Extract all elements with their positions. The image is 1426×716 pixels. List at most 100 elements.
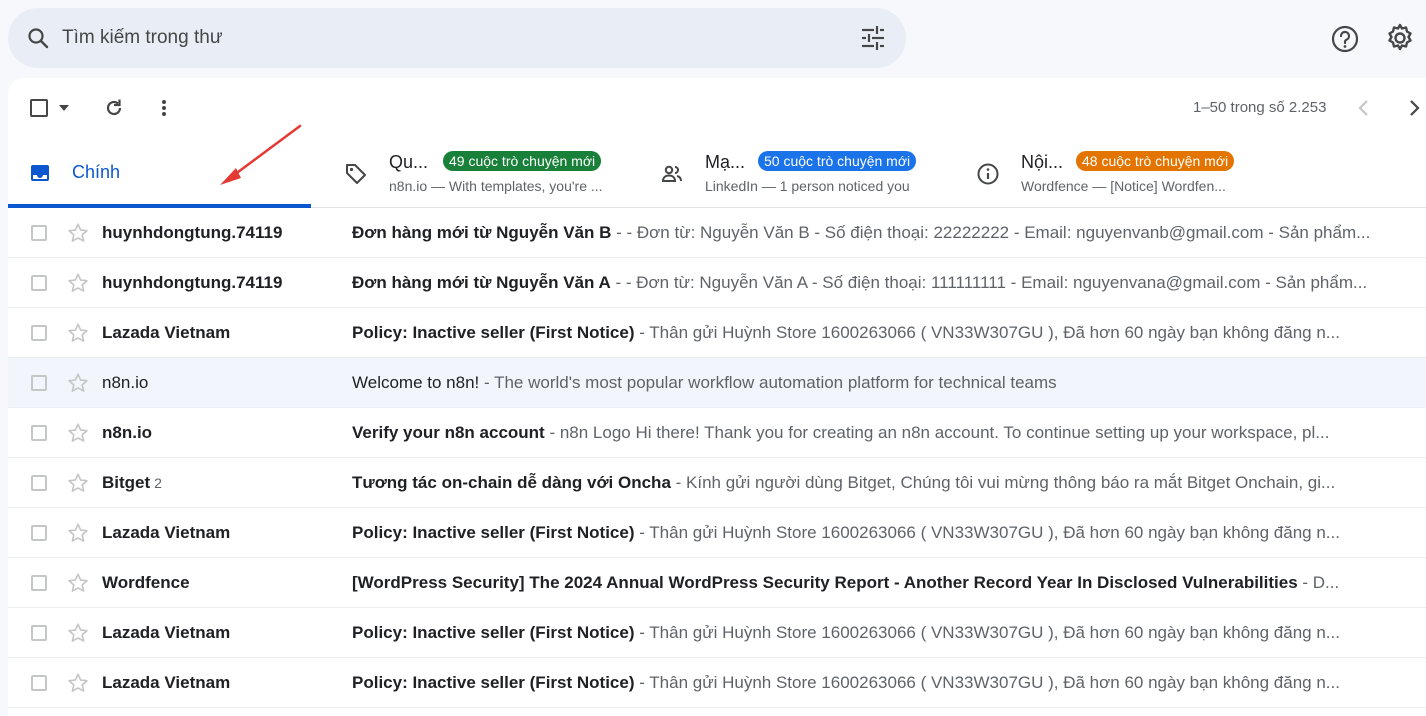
row-checkbox[interactable] <box>31 675 47 691</box>
tab-social[interactable]: Mạ... 50 cuộc trò chuyện mới LinkedIn — … <box>654 136 964 208</box>
help-icon[interactable] <box>1330 24 1360 54</box>
email-content: Đơn hàng mới từ Nguyễn Văn A - - Đơn từ:… <box>352 273 1380 293</box>
email-content: Verify your n8n account - n8n Logo Hi th… <box>352 423 1380 443</box>
tab-promotions-badge: 49 cuộc trò chuyện mới <box>443 151 602 171</box>
row-checkbox[interactable] <box>31 275 47 291</box>
tab-social-badge: 50 cuộc trò chuyện mới <box>758 151 917 171</box>
email-subject: Đơn hàng mới từ Nguyễn Văn B <box>352 223 612 242</box>
email-row[interactable]: Lazada Vietnam Policy: Inactive seller (… <box>8 308 1426 358</box>
row-checkbox[interactable] <box>31 475 47 491</box>
email-sender: Lazada Vietnam <box>102 323 231 342</box>
thread-count: 2 <box>154 475 162 491</box>
top-bar <box>0 0 1426 76</box>
tab-promotions[interactable]: Qu... 49 cuộc trò chuyện mới n8n.io — Wi… <box>338 136 648 208</box>
email-row[interactable]: huynhdongtung.74119 Đơn hàng mới từ Nguy… <box>8 208 1426 258</box>
email-row[interactable]: huynhdongtung.74119 Đơn hàng mới từ Nguy… <box>8 258 1426 308</box>
email-subject: [WordPress Security] The 2024 Annual Wor… <box>352 573 1298 592</box>
star-icon[interactable] <box>67 522 89 544</box>
email-row[interactable]: Bitget 2 Tương tác on-chain dễ dàng với O… <box>8 458 1426 508</box>
email-subject: Verify your n8n account <box>352 423 545 442</box>
star-icon[interactable] <box>67 322 89 344</box>
select-all-checkbox[interactable] <box>30 99 48 117</box>
select-dropdown-icon[interactable] <box>58 103 70 113</box>
search-input[interactable] <box>62 27 822 49</box>
search-options-icon[interactable] <box>860 25 886 51</box>
email-snippet: - n8n Logo Hi there! Thank you for creat… <box>544 423 1330 442</box>
star-icon[interactable] <box>67 222 89 244</box>
chevron-left-icon[interactable] <box>1356 98 1372 118</box>
row-checkbox[interactable] <box>31 375 47 391</box>
row-checkbox[interactable] <box>31 325 47 341</box>
search-icon[interactable] <box>26 26 50 50</box>
email-subject: Đơn hàng mới từ Nguyễn Văn A <box>352 273 611 292</box>
page-count: 1–50 trong số 2.253 <box>1193 99 1327 116</box>
tab-updates-snippet: Wordfence — [Notice] Wordfen... <box>1021 178 1226 194</box>
star-icon[interactable] <box>67 672 89 694</box>
tab-social-title: Mạ... <box>705 152 746 172</box>
star-icon[interactable] <box>67 372 89 394</box>
email-content: [WordPress Security] The 2024 Annual Wor… <box>352 573 1380 593</box>
tab-primary-label: Chính <box>72 162 121 182</box>
email-sender: huynhdongtung.74119 <box>102 223 283 242</box>
email-sender: n8n.io <box>102 373 149 392</box>
tab-updates[interactable]: Nội... 48 cuộc trò chuyện mới Wordfence … <box>970 136 1300 208</box>
star-icon[interactable] <box>67 572 89 594</box>
row-checkbox[interactable] <box>31 625 47 641</box>
star-icon[interactable] <box>67 472 89 494</box>
star-icon[interactable] <box>67 622 89 644</box>
email-subject: Policy: Inactive seller (First Notice) <box>352 523 635 542</box>
chevron-right-icon[interactable] <box>1406 98 1422 118</box>
email-list: huynhdongtung.74119 Đơn hàng mới từ Nguy… <box>8 208 1426 708</box>
more-options-icon[interactable] <box>158 98 170 118</box>
email-snippet: - Thân gửi Huỳnh Store 1600263066 ( VN33… <box>634 323 1340 342</box>
email-sender: Bitget 2 <box>102 473 162 492</box>
email-subject: Policy: Inactive seller (First Notice) <box>352 323 635 342</box>
email-subject: Policy: Inactive seller (First Notice) <box>352 623 635 642</box>
row-checkbox[interactable] <box>31 525 47 541</box>
email-content: Policy: Inactive seller (First Notice) -… <box>352 523 1380 543</box>
row-checkbox[interactable] <box>31 225 47 241</box>
row-checkbox[interactable] <box>31 575 47 591</box>
star-icon[interactable] <box>67 422 89 444</box>
tag-icon <box>346 164 366 184</box>
email-content: Policy: Inactive seller (First Notice) -… <box>352 623 1380 643</box>
category-tabs: Chính Qu... 49 cuộc trò chuyện mới n8n.i… <box>8 136 1426 208</box>
search-bar[interactable] <box>8 8 906 68</box>
email-sender: Lazada Vietnam <box>102 673 231 692</box>
email-row[interactable]: n8n.io Welcome to n8n! - The world's mos… <box>8 358 1426 408</box>
email-snippet: - Thân gửi Huỳnh Store 1600263066 ( VN33… <box>634 623 1340 642</box>
email-subject: Tương tác on-chain dễ dàng với Oncha <box>352 473 671 492</box>
email-snippet: - Kính gửi người dùng Bitget, Chúng tôi … <box>670 473 1336 492</box>
email-content: Policy: Inactive seller (First Notice) -… <box>352 673 1380 693</box>
email-sender: Lazada Vietnam <box>102 523 231 542</box>
email-snippet: - - Đơn từ: Nguyễn Văn B - Số điện thoại… <box>611 223 1371 242</box>
email-row[interactable]: Lazada Vietnam Policy: Inactive seller (… <box>8 608 1426 658</box>
tab-primary[interactable]: Chính <box>8 136 311 208</box>
refresh-icon[interactable] <box>104 98 124 118</box>
tab-updates-title: Nội... <box>1021 152 1064 172</box>
email-row[interactable]: Wordfence [WordPress Security] The 2024 … <box>8 558 1426 608</box>
email-row[interactable]: Lazada Vietnam Policy: Inactive seller (… <box>8 658 1426 708</box>
email-snippet: - Thân gửi Huỳnh Store 1600263066 ( VN33… <box>634 673 1340 692</box>
email-subject: Welcome to n8n! <box>352 373 480 392</box>
email-row[interactable]: Lazada Vietnam Policy: Inactive seller (… <box>8 508 1426 558</box>
email-sender: n8n.io <box>102 423 153 442</box>
email-snippet: - - Đơn từ: Nguyễn Văn A - Số điện thoại… <box>610 273 1368 292</box>
email-content: Policy: Inactive seller (First Notice) -… <box>352 323 1380 343</box>
tab-promotions-title: Qu... <box>389 152 429 172</box>
inbox-icon <box>31 165 49 181</box>
email-sender: Lazada Vietnam <box>102 623 231 642</box>
info-icon <box>977 163 999 185</box>
tab-updates-badge: 48 cuộc trò chuyện mới <box>1076 151 1235 171</box>
list-toolbar: 1–50 trong số 2.253 <box>8 78 1426 136</box>
mail-list-panel: 1–50 trong số 2.253 Chính Qu... 49 cuộc … <box>8 78 1426 716</box>
tab-promotions-snippet: n8n.io — With templates, you're ... <box>389 178 603 194</box>
email-content: Welcome to n8n! - The world's most popul… <box>352 373 1380 393</box>
settings-gear-icon[interactable] <box>1384 22 1416 54</box>
email-row[interactable]: n8n.io Verify your n8n account - n8n Log… <box>8 408 1426 458</box>
tab-social-snippet: LinkedIn — 1 person noticed you <box>705 178 910 194</box>
star-icon[interactable] <box>67 272 89 294</box>
row-checkbox[interactable] <box>31 425 47 441</box>
email-content: Đơn hàng mới từ Nguyễn Văn B - - Đơn từ:… <box>352 223 1380 243</box>
email-snippet: - D... <box>1297 573 1340 592</box>
